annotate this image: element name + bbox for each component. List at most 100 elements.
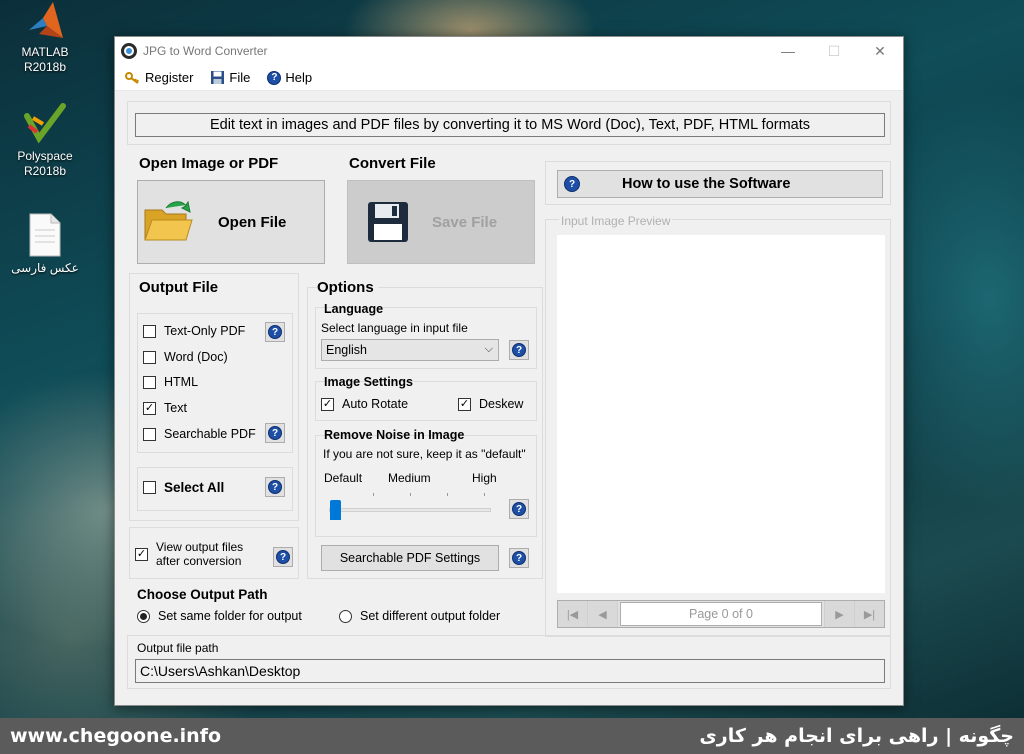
app-window: JPG to Word Converter — ☐ ✕ Register Fil… [114,36,904,706]
minimize-button[interactable]: — [765,37,811,65]
noise-slider-track[interactable] [329,508,491,512]
matlab-icon [29,2,63,38]
checkbox[interactable] [143,324,156,338]
checkbox[interactable] [143,481,156,494]
menu-help-label: Help [285,70,313,85]
help-icon: ? [564,176,580,192]
output-option-text[interactable]: ✓ Text [143,401,187,415]
open-file-button[interactable]: Open File [137,180,325,264]
first-page-button[interactable]: |◀ [558,601,588,627]
different-folder-label: Set different output folder [360,609,501,623]
checkbox[interactable] [143,350,156,364]
floppy-disk-icon [211,71,225,84]
searchable-pdf-settings-help-button[interactable]: ? [509,548,529,568]
searchable-pdf-help-button[interactable]: ? [265,423,285,443]
view-output-line2: after conversion [156,554,242,568]
desktop-icon-label: Polyspace R2018b [17,149,73,178]
menu-bar: Register File ? Help [115,65,903,91]
desktop-icon-document[interactable]: عکس فارسی [0,212,90,276]
last-page-button[interactable]: ▶| [854,601,884,627]
chevron-down-icon: ⌵ [484,343,493,355]
menu-register-label: Register [145,70,194,85]
desktop-icon-polyspace[interactable]: Polyspace R2018b [0,102,90,179]
save-file-button[interactable]: Save File [347,180,535,264]
close-button[interactable]: ✕ [857,37,903,65]
page-indicator: Page 0 of 0 [620,602,822,626]
output-option-html[interactable]: HTML [143,375,198,389]
select-all-label: Select All [164,480,225,495]
menu-help[interactable]: ? Help [267,70,312,85]
view-output-checkbox[interactable]: ✓ View output files after conversion [135,540,243,568]
select-all-help-button[interactable]: ? [265,477,285,497]
save-file-label: Save File [432,213,498,231]
view-output-help-button[interactable]: ? [273,547,293,567]
how-to-use-label: How to use the Software [622,176,791,192]
banner-text: Edit text in images and PDF files by con… [135,113,885,137]
checkbox-checked[interactable]: ✓ [135,547,148,561]
output-path-label: Output file path [137,641,219,655]
view-output-line1: View output files [156,540,244,554]
checkbox-checked[interactable]: ✓ [321,397,334,411]
menu-file[interactable]: File [210,70,250,85]
noise-help-button[interactable]: ? [509,499,529,519]
radio-selected[interactable] [137,609,150,623]
deskew-label: Deskew [479,397,524,411]
slider-tick [373,493,374,496]
text-only-pdf-help-button[interactable]: ? [265,322,285,342]
checkbox-checked[interactable]: ✓ [143,401,156,415]
how-to-use-button[interactable]: ? How to use the Software [557,170,883,198]
noise-level-medium: Medium [388,471,431,485]
output-option-text-only-pdf[interactable]: Text-Only PDF [143,324,245,338]
noise-level-default: Default [324,471,363,485]
maximize-button[interactable]: ☐ [811,37,857,65]
help-icon: ? [268,325,282,339]
title-bar[interactable]: JPG to Word Converter — ☐ ✕ [115,37,903,65]
noise-level-high: High [472,471,497,485]
open-section-heading: Open Image or PDF [139,155,279,172]
polyspace-icon [24,103,66,144]
output-path-heading: Choose Output Path [137,587,268,602]
slider-tick [484,493,485,496]
help-icon: ? [512,551,526,565]
watermark-footer: www.chegoone.info چگونه | راهی برای انجا… [0,718,1024,754]
noise-slider-thumb[interactable] [330,500,341,520]
checkbox[interactable] [143,375,156,389]
output-option-word-doc[interactable]: Word (Doc) [143,350,228,364]
select-all-checkbox[interactable]: Select All [143,480,224,495]
slider-tick [410,493,411,496]
language-title: Language [324,302,384,316]
noise-title: Remove Noise in Image [324,428,465,442]
menu-file-label: File [229,70,251,85]
footer-url: www.chegoone.info [10,725,222,747]
folder-open-icon [144,200,193,241]
option-label: Searchable PDF [164,427,256,441]
deskew-checkbox[interactable]: ✓ Deskew [458,397,523,411]
option-label: Word (Doc) [164,350,228,364]
language-help-button[interactable]: ? [509,340,529,360]
auto-rotate-checkbox[interactable]: ✓ Auto Rotate [321,397,408,411]
checkbox[interactable] [143,427,156,441]
prev-page-button[interactable]: ◀ [588,601,618,627]
menu-register[interactable]: Register [125,70,193,85]
desktop-icon-matlab[interactable]: MATLAB R2018b [0,0,90,75]
language-select[interactable]: English ⌵ [321,339,499,361]
page-navigator: |◀ ◀ Page 0 of 0 ▶ ▶| [557,600,885,628]
output-file-heading: Output File [139,279,219,296]
app-logo-icon [121,43,137,59]
searchable-pdf-settings-button[interactable]: Searchable PDF Settings [321,545,499,571]
checkbox-checked[interactable]: ✓ [458,397,471,411]
help-icon: ? [267,70,282,85]
next-page-button[interactable]: ▶ [824,601,854,627]
radio[interactable] [339,609,352,623]
options-heading: Options [317,279,378,296]
different-folder-radio[interactable]: Set different output folder [339,609,500,623]
same-folder-radio[interactable]: Set same folder for output [137,609,302,623]
same-folder-label: Set same folder for output [158,609,302,623]
output-path-field[interactable]: C:\Users\Ashkan\Desktop [135,659,885,683]
output-option-searchable-pdf[interactable]: Searchable PDF [143,427,256,441]
help-icon: ? [276,550,290,564]
language-hint: Select language in input file [321,321,468,335]
key-icon [125,71,139,84]
help-icon: ? [512,502,526,516]
auto-rotate-label: Auto Rotate [342,397,409,411]
